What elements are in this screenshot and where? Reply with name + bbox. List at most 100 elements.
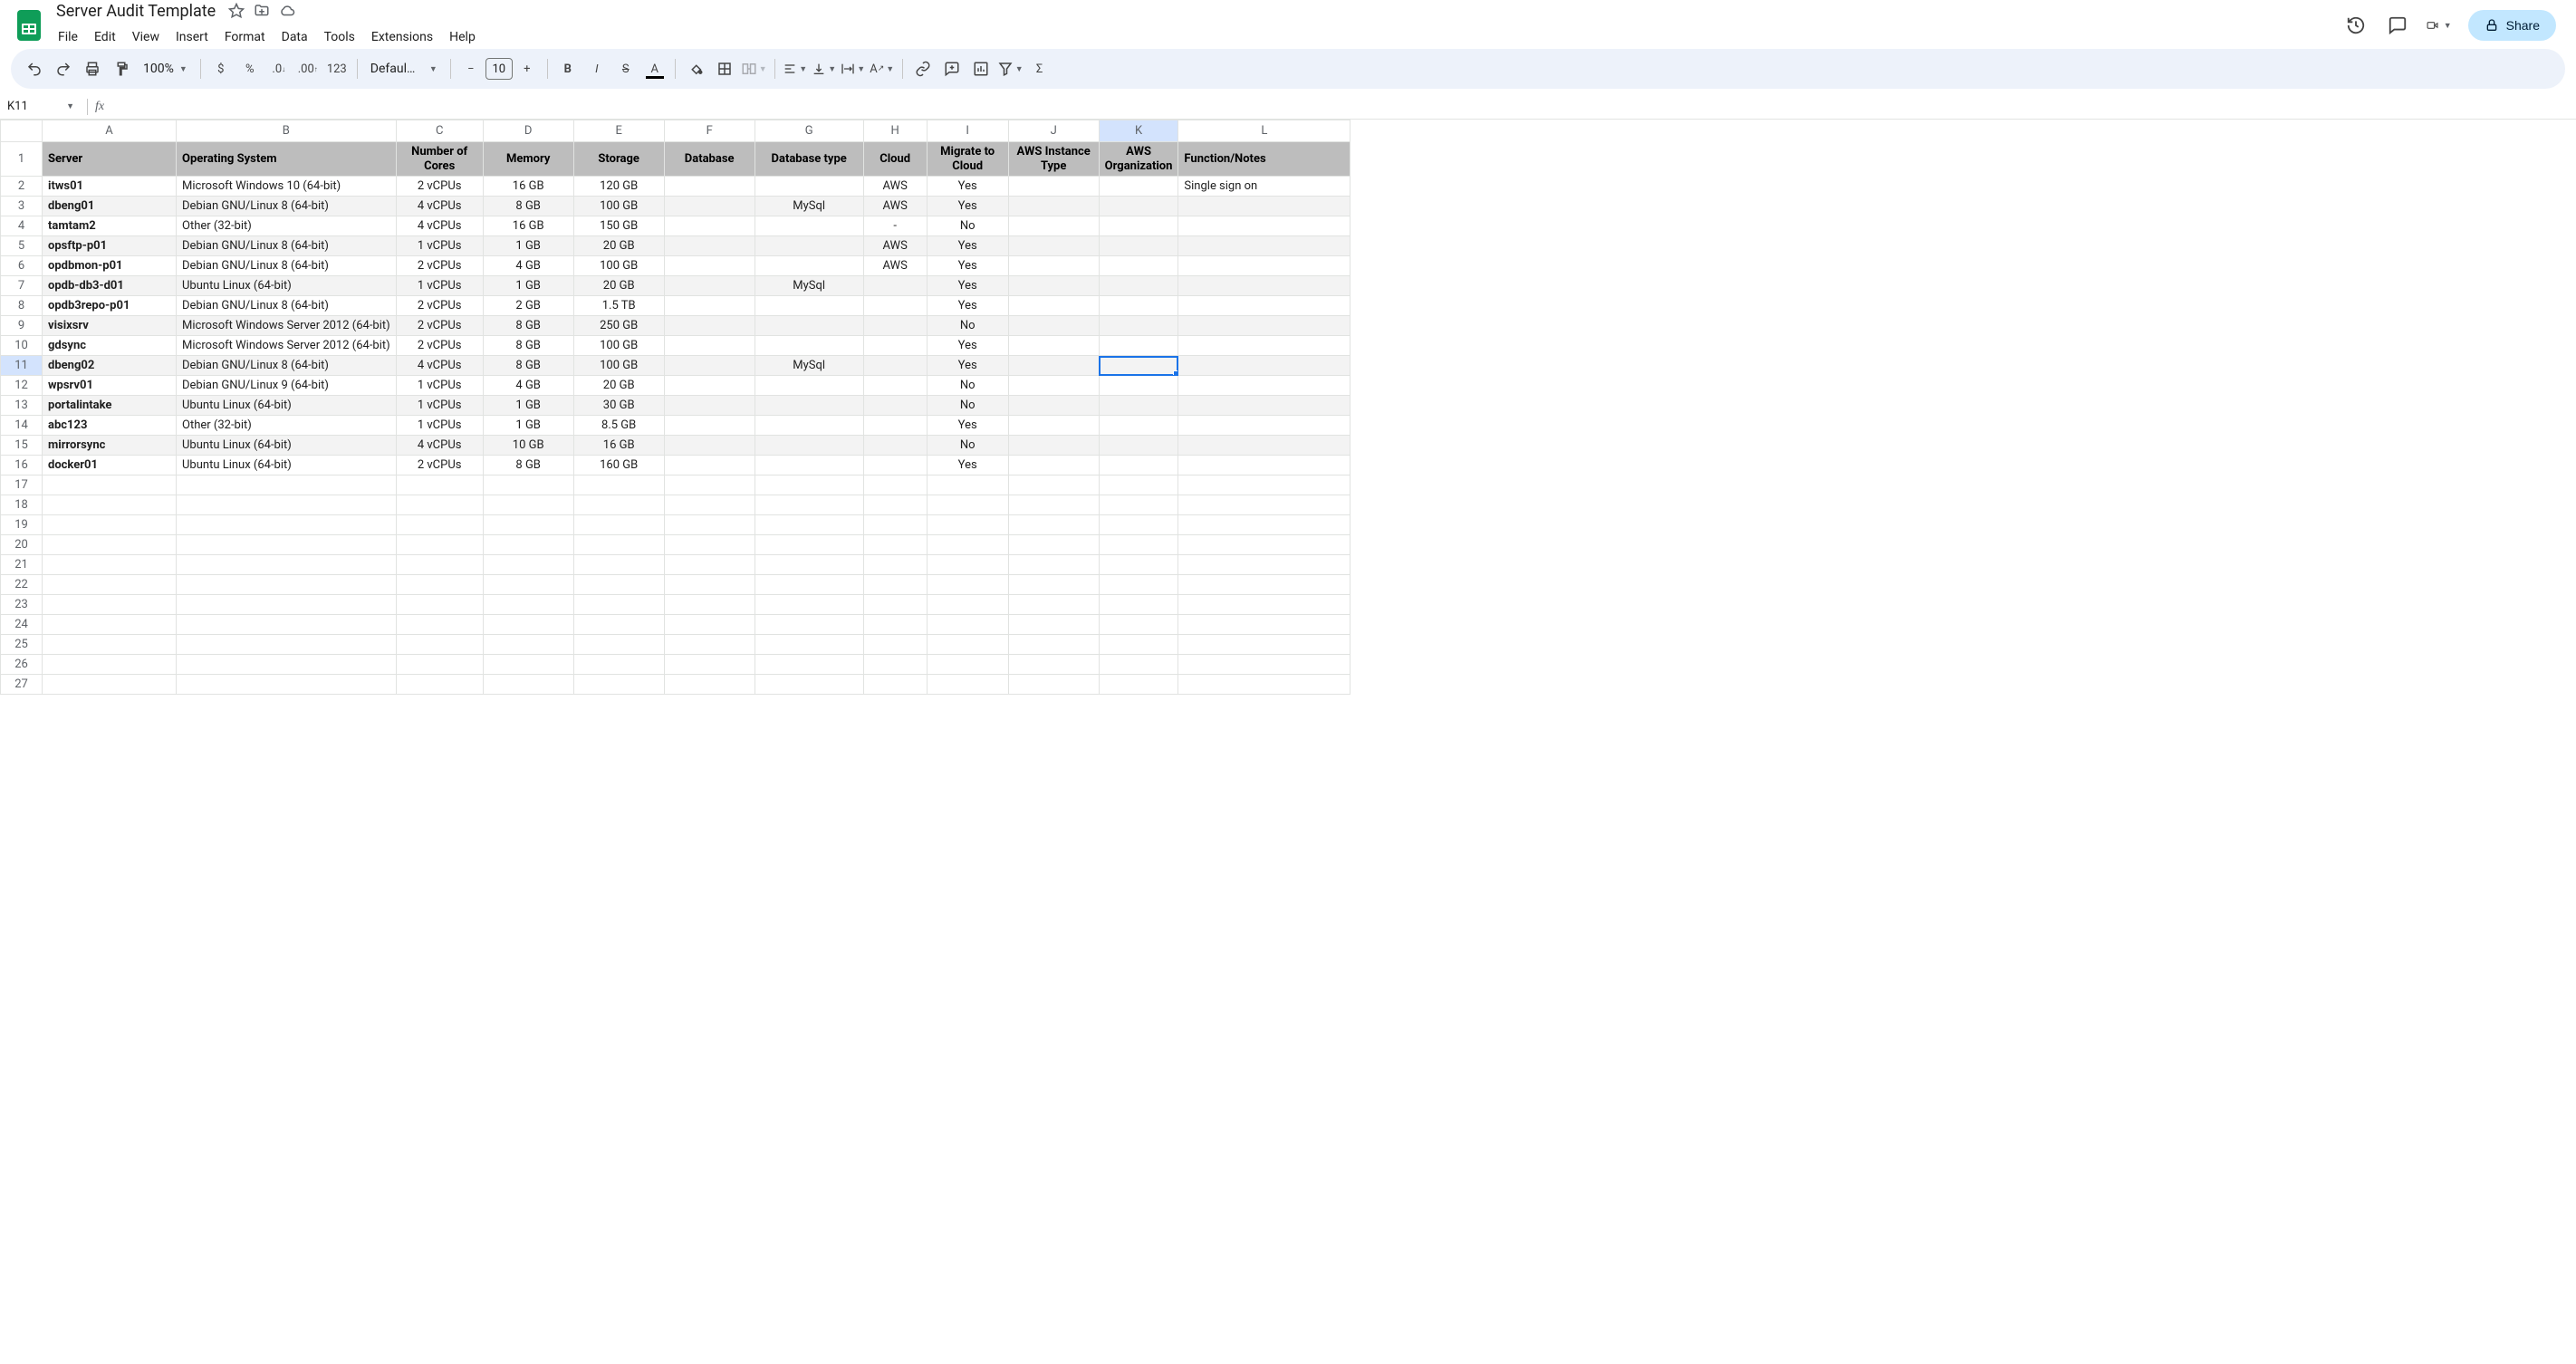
- cell[interactable]: [664, 396, 755, 416]
- col-header-J[interactable]: J: [1008, 120, 1099, 142]
- cell[interactable]: [573, 655, 664, 675]
- cell[interactable]: [664, 595, 755, 615]
- cell[interactable]: [664, 575, 755, 595]
- cell[interactable]: AWS: [863, 197, 927, 216]
- cell[interactable]: Debian GNU/Linux 8 (64-bit): [177, 197, 397, 216]
- header-cell[interactable]: Storage: [573, 142, 664, 177]
- functions-button[interactable]: Σ: [1027, 56, 1053, 82]
- redo-button[interactable]: [51, 56, 76, 82]
- cell[interactable]: 1 vCPUs: [396, 396, 483, 416]
- header-cell[interactable]: Migrate to Cloud: [927, 142, 1008, 177]
- col-header-I[interactable]: I: [927, 120, 1008, 142]
- cell[interactable]: Other (32-bit): [177, 216, 397, 236]
- cell[interactable]: [396, 655, 483, 675]
- cell[interactable]: [396, 515, 483, 535]
- cell[interactable]: [1178, 595, 1350, 615]
- cell[interactable]: 20 GB: [573, 276, 664, 296]
- row-header-14[interactable]: 14: [1, 416, 43, 436]
- cell[interactable]: 20 GB: [573, 236, 664, 256]
- more-formats-button[interactable]: 123: [324, 56, 350, 82]
- cell[interactable]: [927, 635, 1008, 655]
- row-header-21[interactable]: 21: [1, 555, 43, 575]
- cell[interactable]: [755, 416, 863, 436]
- cell[interactable]: [177, 635, 397, 655]
- wrap-button[interactable]: ▼: [841, 56, 866, 82]
- cell[interactable]: [1008, 396, 1099, 416]
- cell[interactable]: dbeng02: [43, 356, 177, 376]
- cell[interactable]: [755, 515, 863, 535]
- cell[interactable]: [396, 675, 483, 695]
- cell[interactable]: [1008, 296, 1099, 316]
- cell[interactable]: 1 GB: [483, 416, 573, 436]
- cell[interactable]: [1178, 256, 1350, 276]
- cell[interactable]: [177, 655, 397, 675]
- cell[interactable]: [863, 296, 927, 316]
- cell[interactable]: 8 GB: [483, 456, 573, 475]
- cell[interactable]: 1.5 TB: [573, 296, 664, 316]
- cell[interactable]: [396, 495, 483, 515]
- header-cell[interactable]: AWS Organization: [1099, 142, 1178, 177]
- cell[interactable]: 100 GB: [573, 356, 664, 376]
- row-header-3[interactable]: 3: [1, 197, 43, 216]
- cell[interactable]: [177, 675, 397, 695]
- cell[interactable]: [177, 495, 397, 515]
- cell[interactable]: [1178, 655, 1350, 675]
- zoom-select[interactable]: 100%▼: [138, 62, 193, 76]
- cell[interactable]: [755, 555, 863, 575]
- cell[interactable]: [43, 615, 177, 635]
- cell[interactable]: [1099, 216, 1178, 236]
- header-cell[interactable]: Memory: [483, 142, 573, 177]
- cell[interactable]: [483, 475, 573, 495]
- cell[interactable]: 10 GB: [483, 436, 573, 456]
- cell[interactable]: [1099, 535, 1178, 555]
- cell[interactable]: 8 GB: [483, 197, 573, 216]
- cell[interactable]: [863, 456, 927, 475]
- cell[interactable]: [1099, 475, 1178, 495]
- name-box[interactable]: K11 ▼: [7, 100, 80, 113]
- fill-color-button[interactable]: [683, 56, 708, 82]
- row-header-24[interactable]: 24: [1, 615, 43, 635]
- cell[interactable]: [43, 675, 177, 695]
- cell[interactable]: [755, 236, 863, 256]
- header-cell[interactable]: Database type: [755, 142, 863, 177]
- header-cell[interactable]: Function/Notes: [1178, 142, 1350, 177]
- cell[interactable]: [1008, 276, 1099, 296]
- cell[interactable]: Debian GNU/Linux 8 (64-bit): [177, 256, 397, 276]
- cell[interactable]: 1 vCPUs: [396, 416, 483, 436]
- row-header-27[interactable]: 27: [1, 675, 43, 695]
- cell[interactable]: [1008, 635, 1099, 655]
- row-header-25[interactable]: 25: [1, 635, 43, 655]
- cell[interactable]: 2 vCPUs: [396, 316, 483, 336]
- cell[interactable]: MySql: [755, 276, 863, 296]
- cell[interactable]: [1008, 555, 1099, 575]
- row-header-5[interactable]: 5: [1, 236, 43, 256]
- menu-help[interactable]: Help: [442, 26, 483, 48]
- col-header-B[interactable]: B: [177, 120, 397, 142]
- row-header-13[interactable]: 13: [1, 396, 43, 416]
- cell[interactable]: [483, 595, 573, 615]
- cell[interactable]: [1178, 336, 1350, 356]
- cell[interactable]: [43, 535, 177, 555]
- sheets-logo[interactable]: [11, 7, 47, 43]
- cell[interactable]: 8.5 GB: [573, 416, 664, 436]
- cell[interactable]: [573, 495, 664, 515]
- col-header-A[interactable]: A: [43, 120, 177, 142]
- rotate-button[interactable]: A↗▼: [870, 56, 895, 82]
- row-header-9[interactable]: 9: [1, 316, 43, 336]
- increase-decimal-button[interactable]: .00↑: [295, 56, 321, 82]
- col-header-F[interactable]: F: [664, 120, 755, 142]
- cell[interactable]: [1178, 216, 1350, 236]
- cell[interactable]: [1008, 197, 1099, 216]
- cell[interactable]: [664, 436, 755, 456]
- cell[interactable]: [664, 216, 755, 236]
- cell[interactable]: [664, 615, 755, 635]
- cloud-status-icon[interactable]: [279, 3, 295, 19]
- cell[interactable]: 16 GB: [573, 436, 664, 456]
- cell[interactable]: [1099, 256, 1178, 276]
- cell[interactable]: [755, 396, 863, 416]
- cell[interactable]: [1178, 436, 1350, 456]
- cell[interactable]: [664, 655, 755, 675]
- cell[interactable]: [927, 475, 1008, 495]
- cell[interactable]: [863, 595, 927, 615]
- comments-icon[interactable]: [2385, 13, 2410, 38]
